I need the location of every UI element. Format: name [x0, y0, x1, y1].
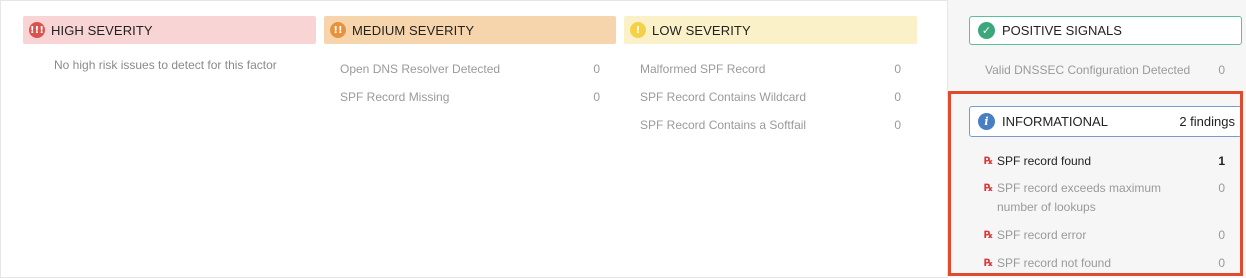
informational-header[interactable]: i INFORMATIONAL 2 findings — [969, 106, 1242, 137]
high-severity-column: !!! HIGH SEVERITY No high risk issues to… — [23, 16, 316, 256]
finding-count: 0 — [1218, 228, 1225, 242]
list-item[interactable]: SPF Record Contains Wildcard 0 — [640, 90, 901, 104]
finding-label: SPF record not found — [996, 256, 1112, 270]
record-icon: ℞ — [984, 156, 993, 167]
medium-severity-header: !! MEDIUM SEVERITY — [324, 16, 616, 44]
medium-severity-column: !! MEDIUM SEVERITY Open DNS Resolver Det… — [324, 16, 616, 256]
issue-count: 0 — [894, 62, 901, 76]
issue-label: SPF Record Contains Wildcard — [640, 90, 807, 104]
list-item[interactable]: Open DNS Resolver Detected 0 — [340, 62, 600, 76]
low-severity-column: ! LOW SEVERITY Malformed SPF Record 0 SP… — [624, 16, 917, 256]
finding-label: SPF record exceeds maximum number of loo… — [996, 181, 1162, 214]
finding-item[interactable]: ℞ SPF record not found 0 — [984, 254, 1225, 273]
medium-severity-title: MEDIUM SEVERITY — [352, 22, 475, 38]
finding-label: SPF record error — [996, 228, 1087, 242]
high-severity-title: HIGH SEVERITY — [51, 22, 153, 38]
positive-signals-header[interactable]: ✓ POSITIVE SIGNALS — [969, 16, 1242, 45]
finding-count: 0 — [1218, 256, 1225, 270]
findings-count: 2 findings — [1179, 114, 1235, 129]
record-icon: ℞ — [984, 183, 993, 194]
record-icon: ℞ — [984, 258, 993, 269]
issue-count: 0 — [593, 90, 600, 104]
low-severity-header: ! LOW SEVERITY — [624, 16, 917, 44]
informational-title: INFORMATIONAL — [1002, 114, 1108, 129]
issue-label: Malformed SPF Record — [640, 62, 766, 76]
double-exclamation-icon: !! — [330, 22, 346, 38]
exclamation-icon: ! — [630, 22, 646, 38]
low-severity-title: LOW SEVERITY — [652, 22, 751, 38]
check-icon: ✓ — [978, 22, 995, 39]
severity-panel: !!! HIGH SEVERITY No high risk issues to… — [0, 0, 948, 278]
finding-count: 0 — [1218, 181, 1225, 195]
high-severity-header: !!! HIGH SEVERITY — [23, 16, 316, 44]
issue-count: 0 — [593, 62, 600, 76]
factor-details: !!! HIGH SEVERITY No high risk issues to… — [0, 0, 1246, 278]
issue-count: 0 — [894, 90, 901, 104]
issue-label: Open DNS Resolver Detected — [340, 62, 501, 76]
list-item[interactable]: SPF Record Contains a Softfail 0 — [640, 118, 901, 132]
finding-count: 1 — [1218, 154, 1225, 168]
finding-item[interactable]: ℞ SPF record exceeds maximum number of lo… — [984, 179, 1225, 217]
list-item[interactable]: SPF Record Missing 0 — [340, 90, 600, 104]
issue-label: SPF Record Missing — [340, 90, 450, 104]
finding-label: SPF record found — [996, 154, 1092, 168]
finding-item[interactable]: ℞ SPF record error 0 — [984, 226, 1225, 245]
finding-item[interactable]: ℞ SPF record found 1 — [984, 152, 1225, 171]
list-item[interactable]: Malformed SPF Record 0 — [640, 62, 901, 76]
triple-exclamation-icon: !!! — [29, 22, 45, 38]
high-severity-empty-message: No high risk issues to detect for this f… — [54, 58, 277, 72]
positive-signals-title: POSITIVE SIGNALS — [1002, 23, 1122, 38]
info-icon: i — [978, 113, 995, 130]
issue-label: SPF Record Contains a Softfail — [640, 118, 807, 132]
record-icon: ℞ — [984, 230, 993, 241]
list-item[interactable]: Valid DNSSEC Configuration Detected 0 — [985, 63, 1225, 77]
signal-label: Valid DNSSEC Configuration Detected — [985, 63, 1191, 77]
issue-count: 0 — [894, 118, 901, 132]
signal-count: 0 — [1218, 63, 1225, 77]
